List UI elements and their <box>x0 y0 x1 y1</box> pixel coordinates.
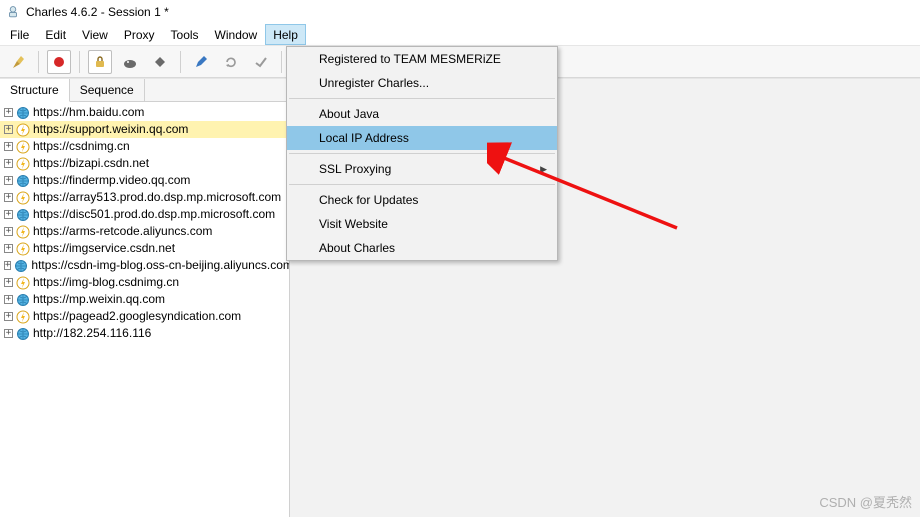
bolt-icon <box>16 157 30 171</box>
tree-row[interactable]: + http://182.254.116.116 <box>0 325 289 342</box>
tree-row[interactable]: + https://bizapi.csdn.net <box>0 155 289 172</box>
help-menu-dropdown: Registered to TEAM MESMERiZEUnregister C… <box>286 46 558 261</box>
chevron-right-icon: ▶ <box>540 164 547 175</box>
bolt-icon <box>16 225 30 239</box>
bolt-icon <box>16 123 30 137</box>
menu-separator <box>289 98 555 99</box>
expand-icon[interactable]: + <box>4 261 11 270</box>
expand-icon[interactable]: + <box>4 159 13 168</box>
menu-separator <box>289 153 555 154</box>
validate-button[interactable] <box>249 50 273 74</box>
record-button[interactable] <box>47 50 71 74</box>
globe-icon <box>16 174 30 188</box>
tree-label: http://182.254.116.116 <box>33 325 151 342</box>
compose-button[interactable] <box>189 50 213 74</box>
bolt-icon <box>16 310 30 324</box>
menu-item-local-ip-address[interactable]: Local IP Address <box>287 126 557 150</box>
globe-icon <box>14 259 28 273</box>
app-icon <box>6 5 20 19</box>
globe-icon <box>16 327 30 341</box>
tree-row[interactable]: + https://disc501.prod.do.dsp.mp.microsof… <box>0 206 289 223</box>
structure-tree[interactable]: + https://hm.baidu.com + https://support.we… <box>0 102 289 517</box>
menu-item-edit[interactable]: Edit <box>37 24 74 45</box>
broom-button[interactable] <box>6 50 30 74</box>
menu-item-unregister-charles[interactable]: Unregister Charles... <box>287 71 557 95</box>
menu-item-proxy[interactable]: Proxy <box>116 24 163 45</box>
tree-row[interactable]: + https://img-blog.csdnimg.cn <box>0 274 289 291</box>
bolt-icon <box>16 140 30 154</box>
expand-icon[interactable]: + <box>4 329 13 338</box>
separator <box>38 51 39 73</box>
tree-row[interactable]: + https://findermp.video.qq.com <box>0 172 289 189</box>
breakpoint-button[interactable] <box>148 50 172 74</box>
menu-item-check-for-updates[interactable]: Check for Updates <box>287 188 557 212</box>
titlebar: Charles 4.6.2 - Session 1 * <box>0 0 920 24</box>
menu-item-tools[interactable]: Tools <box>163 24 207 45</box>
globe-icon <box>16 208 30 222</box>
expand-icon[interactable]: + <box>4 210 13 219</box>
menu-item-view[interactable]: View <box>74 24 116 45</box>
tree-label: https://csdnimg.cn <box>33 138 130 155</box>
bolt-icon <box>16 276 30 290</box>
menubar: FileEditViewProxyToolsWindowHelp <box>0 24 920 46</box>
expand-icon[interactable]: + <box>4 142 13 151</box>
tree-row[interactable]: + https://mp.weixin.qq.com <box>0 291 289 308</box>
throttle-button[interactable] <box>118 50 142 74</box>
tree-label: https://arms-retcode.aliyuncs.com <box>33 223 212 240</box>
ssl-lock-button[interactable] <box>88 50 112 74</box>
expand-icon[interactable]: + <box>4 227 13 236</box>
tab-sequence[interactable]: Sequence <box>70 79 145 101</box>
tree-label: https://pagead2.googlesyndication.com <box>33 308 241 325</box>
expand-icon[interactable]: + <box>4 244 13 253</box>
menu-item-ssl-proxying[interactable]: SSL Proxying▶ <box>287 157 557 181</box>
bolt-icon <box>16 242 30 256</box>
tree-row[interactable]: + https://pagead2.googlesyndication.com <box>0 308 289 325</box>
window-title: Charles 4.6.2 - Session 1 * <box>26 5 169 19</box>
tab-structure[interactable]: Structure <box>0 79 70 102</box>
menu-item-visit-website[interactable]: Visit Website <box>287 212 557 236</box>
tree-label: https://support.weixin.qq.com <box>33 121 188 138</box>
tree-label: https://disc501.prod.do.dsp.mp.microsoft… <box>33 206 275 223</box>
expand-icon[interactable]: + <box>4 176 13 185</box>
tabs: StructureSequence <box>0 79 289 102</box>
tree-label: https://imgservice.csdn.net <box>33 240 175 257</box>
tree-row[interactable]: + https://imgservice.csdn.net <box>0 240 289 257</box>
expand-icon[interactable]: + <box>4 295 13 304</box>
menu-item-about-charles[interactable]: About Charles <box>287 236 557 260</box>
expand-icon[interactable]: + <box>4 278 13 287</box>
tree-row[interactable]: + https://csdn-img-blog.oss-cn-beijing.al… <box>0 257 289 274</box>
tree-row[interactable]: + https://csdnimg.cn <box>0 138 289 155</box>
tree-label: https://array513.prod.do.dsp.mp.microsof… <box>33 189 281 206</box>
expand-icon[interactable]: + <box>4 193 13 202</box>
separator <box>180 51 181 73</box>
tree-label: https://findermp.video.qq.com <box>33 172 190 189</box>
tree-label: https://csdn-img-blog.oss-cn-beijing.ali… <box>31 257 289 274</box>
repeat-button[interactable] <box>219 50 243 74</box>
menu-separator <box>289 184 555 185</box>
menu-item-registered-to-team-mesmerize[interactable]: Registered to TEAM MESMERiZE <box>287 47 557 71</box>
tree-label: https://mp.weixin.qq.com <box>33 291 165 308</box>
watermark: CSDN @夏秃然 <box>819 492 912 511</box>
expand-icon[interactable]: + <box>4 312 13 321</box>
menu-item-help[interactable]: Help <box>265 24 306 45</box>
tree-row[interactable]: + https://arms-retcode.aliyuncs.com <box>0 223 289 240</box>
menu-item-about-java[interactable]: About Java <box>287 102 557 126</box>
tree-label: https://bizapi.csdn.net <box>33 155 149 172</box>
globe-icon <box>16 106 30 120</box>
menu-item-file[interactable]: File <box>2 24 37 45</box>
tree-label: https://img-blog.csdnimg.cn <box>33 274 179 291</box>
expand-icon[interactable]: + <box>4 125 13 134</box>
expand-icon[interactable]: + <box>4 108 13 117</box>
menu-item-window[interactable]: Window <box>207 24 266 45</box>
separator <box>79 51 80 73</box>
bolt-icon <box>16 191 30 205</box>
tree-row[interactable]: + https://support.weixin.qq.com <box>0 121 289 138</box>
separator <box>281 51 282 73</box>
left-panel: StructureSequence +https://hm.baidu.com+… <box>0 79 290 517</box>
tree-row[interactable]: + https://hm.baidu.com <box>0 104 289 121</box>
tree-row[interactable]: + https://array513.prod.do.dsp.mp.microso… <box>0 189 289 206</box>
globe-icon <box>16 293 30 307</box>
tree-label: https://hm.baidu.com <box>33 104 144 121</box>
